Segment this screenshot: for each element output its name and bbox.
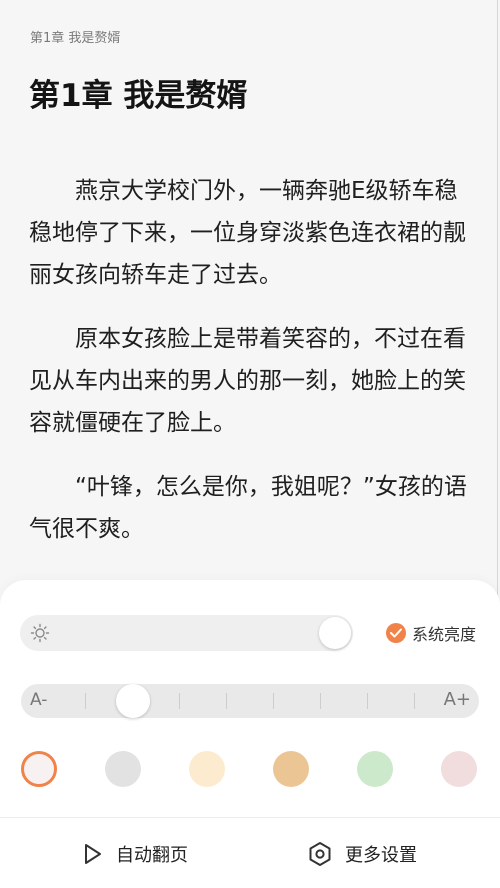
- system-brightness-label: 系统亮度: [412, 625, 477, 644]
- theme-swatch-tan[interactable]: [273, 751, 309, 787]
- panel-bottom-bar: 自动翻页 更多设置: [0, 818, 500, 888]
- auto-page-label: 自动翻页: [116, 845, 188, 866]
- brightness-row: 系统亮度: [20, 615, 480, 651]
- sun-icon: [30, 623, 50, 643]
- system-brightness-toggle[interactable]: 系统亮度: [386, 622, 476, 644]
- chapter-title: 第1章 我是赘婿: [29, 78, 248, 114]
- theme-swatch-gray[interactable]: [105, 751, 141, 787]
- font-size-tick: [367, 693, 368, 709]
- font-decrease-label[interactable]: A-: [30, 690, 47, 710]
- paragraph: 燕京大学校门外，一辆奔驰E级轿车稳稳地停了下来，一位身穿淡紫色连衣裙的靓丽女孩向…: [29, 178, 466, 288]
- reader-settings-panel: 系统亮度 A- A+ 自动翻页 更多设置: [0, 580, 500, 888]
- check-icon: [386, 623, 406, 643]
- theme-swatch-cream[interactable]: [189, 751, 225, 787]
- font-size-slider-thumb[interactable]: [116, 684, 150, 718]
- auto-page-button[interactable]: 自动翻页: [82, 838, 188, 870]
- font-size-tick: [85, 693, 86, 709]
- gear-hexagon-icon: [309, 842, 331, 866]
- font-size-tick: [226, 693, 227, 709]
- chapter-content: 燕京大学校门外，一辆奔驰E级轿车稳稳地停了下来，一位身穿淡紫色连衣裙的靓丽女孩向…: [29, 170, 473, 636]
- font-size-tick: [179, 693, 180, 709]
- paragraph: 原本女孩脸上是带着笑容的，不过在看见从车内出来的男人的那一刻，她脸上的笑容就僵硬…: [29, 326, 466, 436]
- play-icon: [85, 844, 101, 864]
- font-size-slider[interactable]: A- A+: [21, 684, 479, 718]
- font-increase-label[interactable]: A+: [444, 689, 471, 710]
- font-size-tick: [320, 693, 321, 709]
- paragraph: “叶锋，怎么是你，我姐呢？”女孩的语气很不爽。: [29, 474, 467, 542]
- more-settings-label: 更多设置: [345, 845, 417, 866]
- more-settings-button[interactable]: 更多设置: [307, 838, 417, 870]
- theme-swatch-pink[interactable]: [441, 751, 477, 787]
- brightness-slider-thumb[interactable]: [319, 617, 351, 649]
- brightness-slider[interactable]: [20, 615, 353, 651]
- font-size-tick: [273, 693, 274, 709]
- theme-swatch-white[interactable]: [21, 751, 57, 787]
- theme-color-row: [21, 751, 479, 787]
- font-size-tick: [414, 693, 415, 709]
- chapter-header: 第1章 我是赘婿: [30, 31, 121, 46]
- theme-swatch-green[interactable]: [357, 751, 393, 787]
